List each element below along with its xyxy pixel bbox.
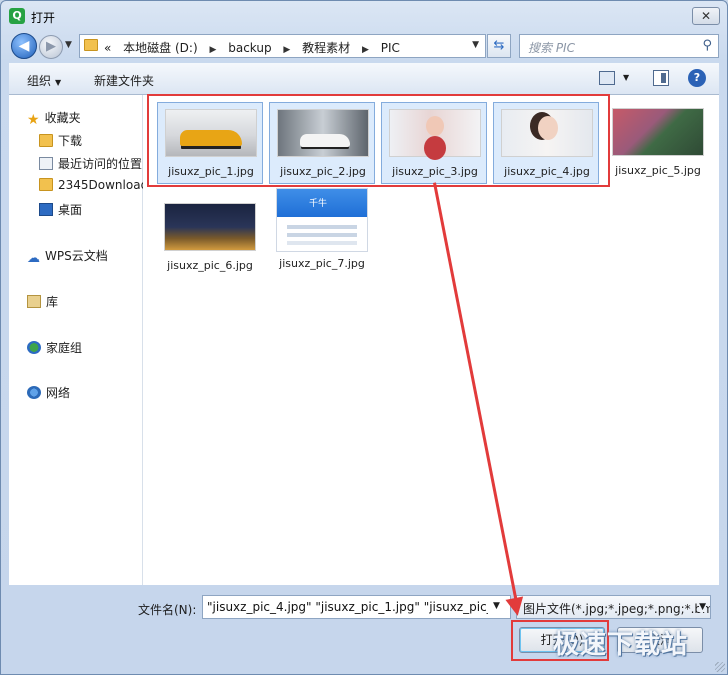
sidebar-item-downloads[interactable]: 下载 <box>39 132 82 149</box>
file-item-jisuxz-pic-5[interactable]: jisuxz_pic_5.jpg <box>605 102 711 184</box>
image-thumbnail <box>612 108 704 156</box>
breadcrumb-separator-icon[interactable]: ▶ <box>362 45 369 55</box>
sidebar-item-2345downloads[interactable]: 2345Downloads <box>39 178 154 192</box>
search-icon[interactable]: ⚲ <box>702 38 712 53</box>
folder-icon <box>39 134 53 147</box>
file-type-value: 图片文件(*.jpg;*.jpeg;*.png;*.bmp) <box>523 602 711 616</box>
search-placeholder: 搜索 PIC <box>528 41 575 55</box>
file-name: jisuxz_pic_6.jpg <box>167 259 253 272</box>
filename-history-dropdown-icon[interactable]: ▼ <box>493 601 500 611</box>
change-view-icon[interactable] <box>599 71 615 85</box>
desktop-icon <box>39 203 53 216</box>
breadcrumb-separator-icon[interactable]: ▶ <box>209 45 216 55</box>
breadcrumb: « 本地磁盘 (D:) ▶ backup ▶ 教程素材 ▶ PIC <box>104 39 408 56</box>
homegroup-icon <box>27 341 41 354</box>
breadcrumb-drive[interactable]: 本地磁盘 (D:) <box>123 41 197 55</box>
sidebar-item-label: 库 <box>46 295 59 309</box>
cloud-icon: ☁ <box>27 251 40 266</box>
sidebar-item-label: WPS云文档 <box>45 249 108 263</box>
window-title: 打开 <box>31 11 56 25</box>
annotation-selection-box <box>147 94 610 187</box>
view-options-dropdown-icon[interactable]: ▼ <box>623 73 629 82</box>
sidebar-item-label: 下载 <box>58 134 83 148</box>
breadcrumb-pic[interactable]: PIC <box>381 41 400 55</box>
preview-pane-icon[interactable] <box>653 70 669 86</box>
breadcrumb-overflow[interactable]: « <box>104 41 111 55</box>
folder-icon <box>84 39 98 51</box>
file-type-select[interactable]: 图片文件(*.jpg;*.jpeg;*.png;*.bmp) ▼ <box>516 595 711 619</box>
help-icon[interactable]: ? <box>688 69 706 87</box>
refresh-button[interactable]: ⇆ <box>487 34 511 58</box>
resize-grip[interactable] <box>715 662 725 672</box>
thumbnail-text: 千牛 <box>309 199 328 209</box>
recent-pages-dropdown-icon[interactable]: ▼ <box>65 40 72 50</box>
title-bar: Q 打开 ✕ <box>1 1 727 33</box>
folder-icon <box>39 178 53 191</box>
navigation-bar: ◀ ▶ ▼ « 本地磁盘 (D:) ▶ backup ▶ 教程素材 ▶ PIC … <box>1 31 727 61</box>
forward-button[interactable]: ▶ <box>39 35 63 59</box>
navigation-pane: ★ 收藏夹 下载 最近访问的位置 2345Downloads 桌面 ☁ WPS云文档… <box>9 95 154 585</box>
new-folder-button[interactable]: 新建文件夹 <box>94 72 154 89</box>
sidebar-item-label: 最近访问的位置 <box>58 157 143 171</box>
file-name: jisuxz_pic_5.jpg <box>615 164 701 177</box>
filename-input[interactable] <box>202 595 511 619</box>
annotation-arrow-head <box>505 596 527 618</box>
sidebar-item-favorites[interactable]: ★ 收藏夹 <box>27 109 81 128</box>
app-icon: Q <box>9 8 25 24</box>
address-bar[interactable]: « 本地磁盘 (D:) ▶ backup ▶ 教程素材 ▶ PIC ▼ <box>79 34 486 58</box>
file-item-jisuxz-pic-7[interactable]: 千牛 jisuxz_pic_7.jpg <box>269 188 375 270</box>
star-icon: ★ <box>27 112 40 128</box>
organize-button[interactable]: 组织 ▼ <box>27 72 61 89</box>
recent-places-icon <box>39 157 53 170</box>
file-name: jisuxz_pic_7.jpg <box>279 257 365 270</box>
address-dropdown-icon[interactable]: ▼ <box>472 40 479 50</box>
image-thumbnail: 千牛 <box>276 188 368 252</box>
sidebar-item-label: 桌面 <box>58 203 83 217</box>
chevron-down-icon: ▼ <box>699 602 706 612</box>
breadcrumb-backup[interactable]: backup <box>228 41 271 55</box>
library-icon <box>27 295 41 308</box>
sidebar-item-label: 2345Downloads <box>58 178 155 192</box>
sidebar-item-homegroup[interactable]: 家庭组 <box>27 339 82 356</box>
breadcrumb-separator-icon[interactable]: ▶ <box>283 45 290 55</box>
search-input[interactable]: 搜索 PIC ⚲ <box>519 34 719 58</box>
sidebar-item-library[interactable]: 库 <box>27 293 58 310</box>
sidebar-item-label: 家庭组 <box>46 341 83 355</box>
sidebar-item-label: 网络 <box>46 386 71 400</box>
filename-label: 文件名(N): <box>138 603 197 617</box>
sidebar-item-desktop[interactable]: 桌面 <box>39 201 82 218</box>
sidebar-item-recent-places[interactable]: 最近访问的位置 <box>39 155 142 172</box>
command-bar: 组织 ▼ 新建文件夹 ▼ ? <box>9 63 719 95</box>
close-button[interactable]: ✕ <box>692 7 720 25</box>
sidebar-item-label: 收藏夹 <box>44 111 81 125</box>
chevron-down-icon: ▼ <box>55 78 62 87</box>
sidebar-item-wps-cloud[interactable]: ☁ WPS云文档 <box>27 247 108 266</box>
image-thumbnail <box>164 203 256 251</box>
back-button[interactable]: ◀ <box>11 33 37 59</box>
breadcrumb-tutorial[interactable]: 教程素材 <box>302 41 350 55</box>
network-icon <box>27 386 41 399</box>
watermark: 极速下载站 <box>553 630 689 660</box>
sidebar-item-network[interactable]: 网络 <box>27 384 70 401</box>
organize-label: 组织 <box>27 74 52 88</box>
file-item-jisuxz-pic-6[interactable]: jisuxz_pic_6.jpg <box>157 197 263 279</box>
